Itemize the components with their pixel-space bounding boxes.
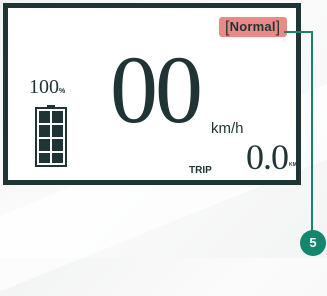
callout-leader-line xyxy=(284,31,313,231)
callout-number-badge: 5 xyxy=(300,230,326,256)
